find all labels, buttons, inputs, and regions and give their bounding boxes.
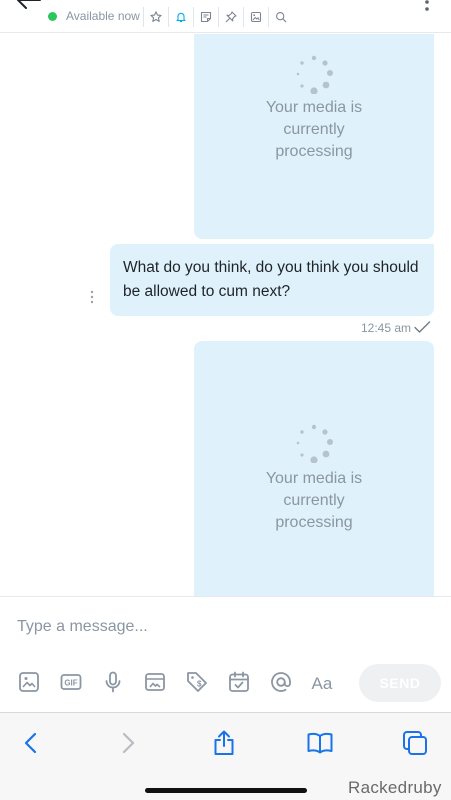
loading-spinner-icon [296,424,333,463]
message-thread: Your media is currently processing What … [0,34,451,596]
bookmarks-icon[interactable] [305,728,335,758]
pin-icon[interactable] [218,7,243,27]
processing-text: Your media is currently processing [265,99,363,160]
mention-icon[interactable] [268,669,294,695]
message-input[interactable] [0,607,451,647]
search-icon[interactable] [268,7,293,27]
chat-header: Available now [0,0,451,33]
svg-text:GIF: GIF [64,679,77,688]
sent-check-icon [414,321,431,333]
media-message[interactable]: Your media is currently processing [194,341,434,596]
media-message[interactable]: Your media is currently processing [194,34,434,239]
image-gallery-icon[interactable] [243,7,268,27]
price-tag-icon[interactable]: $ [184,669,210,695]
message-time: 12:45 am [361,321,412,335]
text-format-icon[interactable]: Aa [310,669,336,695]
note-icon[interactable] [193,7,218,27]
svg-text:Aa: Aa [312,674,333,693]
home-indicator [145,788,307,793]
image-icon[interactable] [16,669,42,695]
watermark-text: Rackedruby [348,778,442,797]
more-options-icon[interactable] [420,0,434,16]
processing-text: Your media is currently processing [265,470,363,531]
status-text: Available now [66,9,140,23]
header-icon-bar [143,7,293,27]
tabs-icon[interactable] [400,728,430,758]
share-icon[interactable] [209,728,239,758]
bell-icon[interactable] [168,7,193,27]
gif-icon[interactable]: GIF [58,669,84,695]
star-icon[interactable] [143,7,168,27]
schedule-icon[interactable] [226,669,252,695]
browser-toolbar: Rackedruby [0,712,451,800]
svg-text:$: $ [197,680,202,689]
back-arrow-icon[interactable] [14,0,42,16]
text-message[interactable]: What do you think, do you think you shou… [110,244,434,316]
forward-icon[interactable] [113,728,143,758]
message-composer: GIF $ Aa SEND [0,596,451,712]
microphone-icon[interactable] [100,669,126,695]
online-status-dot [48,12,57,21]
message-options-icon[interactable] [89,290,95,304]
send-button[interactable]: SEND [359,664,441,702]
loading-spinner-icon [296,55,333,94]
back-icon[interactable] [16,728,46,758]
media-vault-icon[interactable] [142,669,168,695]
